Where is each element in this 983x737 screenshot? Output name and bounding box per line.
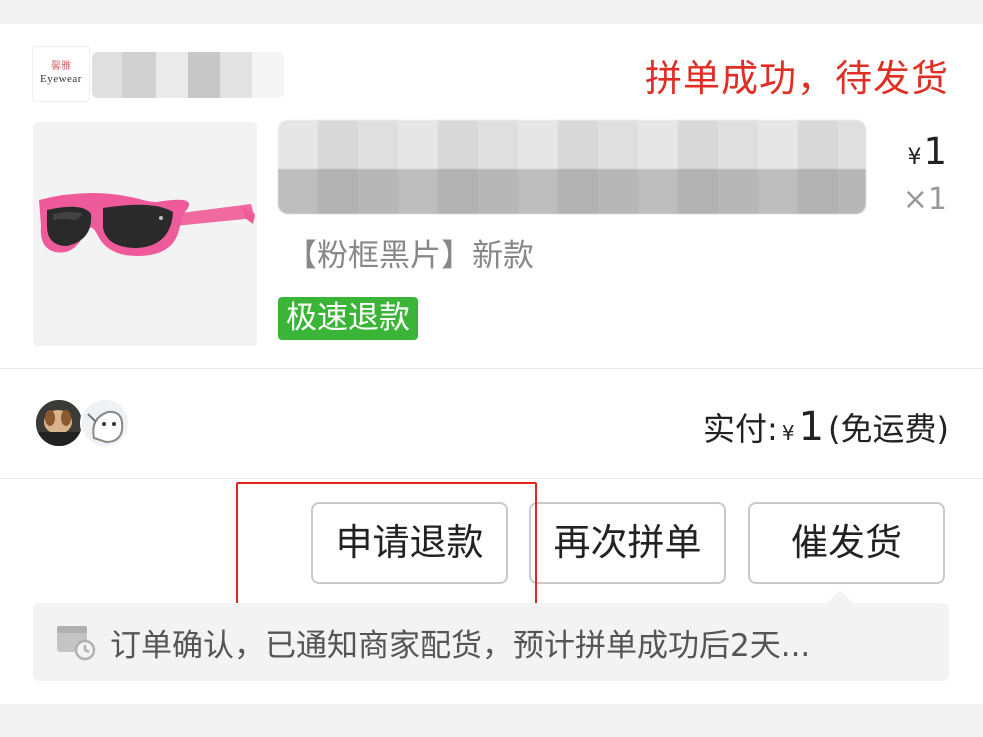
divider — [0, 478, 983, 479]
regroup-button[interactable]: 再次拼单 — [529, 502, 726, 584]
fast-refund-badge: 极速退款 — [278, 297, 418, 340]
avatar[interactable] — [80, 398, 130, 448]
total-label: 实付: — [703, 410, 778, 448]
price-value: 1 — [923, 130, 947, 173]
apply-refund-button[interactable]: 申请退款 — [311, 502, 508, 584]
price-currency: ¥ — [907, 145, 922, 170]
sunglasses-image — [39, 193, 255, 256]
order-status: 拼单成功，待发货 — [645, 57, 949, 100]
shop-logo[interactable]: 馨雅 Eyewear — [32, 46, 90, 102]
page-background-strip — [0, 704, 983, 737]
total-paid: 实付: ¥ 1 (免运费) — [703, 404, 949, 450]
notice-caret — [826, 590, 854, 604]
total-amount: 1 — [798, 404, 825, 450]
notice-text: 订单确认，已通知商家配货，预计拼单成功后2天... — [110, 628, 811, 664]
product-image[interactable] — [33, 122, 257, 346]
divider — [0, 368, 983, 369]
shop-name-blurred[interactable] — [92, 52, 284, 98]
product-spec: 【粉框黑片】新款 — [286, 238, 534, 274]
total-currency: ¥ — [781, 421, 795, 445]
product-quantity: ×1 — [902, 182, 947, 217]
shop-logo-chinese: 馨雅 — [51, 61, 71, 72]
shipping-note: (免运费) — [828, 410, 949, 448]
shop-logo-english: Eyewear — [40, 73, 82, 85]
calendar-clock-icon — [55, 622, 97, 662]
avatar[interactable] — [34, 398, 84, 448]
product-title-blurred[interactable] — [278, 120, 866, 214]
product-price: ¥1 — [907, 130, 947, 173]
urge-shipping-button[interactable]: 催发货 — [748, 502, 945, 584]
